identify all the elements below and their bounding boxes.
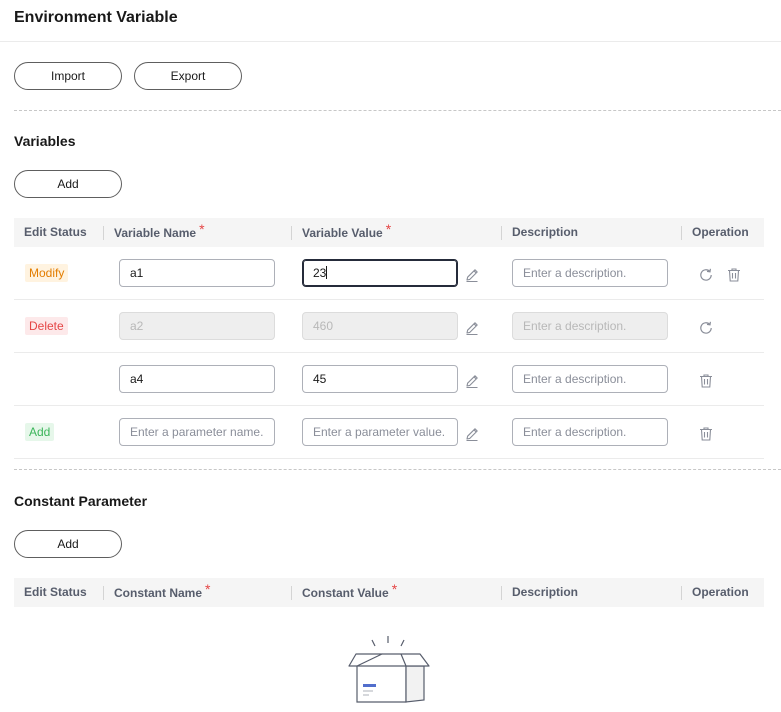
variables-section-title: Variables [14,133,76,149]
column-variable-name: Variable Name * [114,221,205,240]
description-input: Enter a description. [512,312,668,340]
section-divider [14,469,781,470]
text-caret [326,266,328,279]
table-row: Modify a1 23 Enter a description. [14,247,764,300]
column-separator [103,226,104,240]
edit-icon[interactable] [464,426,480,442]
page-title: Environment Variable [14,9,178,26]
description-input[interactable]: Enter a description. [512,259,668,287]
export-button[interactable]: Export [134,62,242,90]
column-separator [501,226,502,240]
constants-section-title: Constant Parameter [14,493,148,509]
status-badge-add: Add [25,423,55,441]
column-separator [291,226,292,240]
column-variable-value: Variable Value * [302,221,392,240]
constants-table-header: Edit Status Constant Name * Constant Valu… [14,578,764,607]
title-divider [0,41,781,42]
column-separator [681,586,682,600]
variable-name-input: a2 [119,312,275,340]
variable-value-input: 460 [302,312,458,340]
variables-table-header: Edit Status Variable Name * Variable Valu… [14,218,764,247]
description-input[interactable]: Enter a description. [512,365,668,393]
status-badge-delete: Delete [25,317,68,335]
trash-icon[interactable] [698,373,714,389]
add-constant-button[interactable]: Add [14,530,122,558]
column-edit-status: Edit Status [24,585,87,599]
variable-name-input[interactable]: Enter a parameter name. [119,418,275,446]
trash-icon[interactable] [726,267,742,283]
column-separator [291,586,292,600]
column-description: Description [512,225,579,239]
column-description: Description [512,585,579,599]
column-separator [103,586,104,600]
variable-value-input[interactable]: 45 [302,365,458,393]
status-badge-modify: Modify [25,264,69,282]
edit-icon[interactable] [464,373,480,389]
reset-icon[interactable] [698,320,714,336]
table-row: Delete a2 460 Enter a description. [14,300,764,353]
table-row: Add Enter a parameter name. Enter a para… [14,406,764,459]
add-variable-button[interactable]: Add [14,170,122,198]
edit-icon[interactable] [464,267,480,283]
import-button[interactable]: Import [14,62,122,90]
variable-value-input[interactable]: 23 [302,259,458,287]
column-edit-status: Edit Status [24,225,87,239]
column-separator [501,586,502,600]
description-input[interactable]: Enter a description. [512,418,668,446]
empty-box-icon [346,632,432,711]
variable-name-input[interactable]: a4 [119,365,275,393]
reset-icon[interactable] [698,267,714,283]
edit-icon[interactable] [464,320,480,336]
section-divider [14,110,781,111]
column-operation: Operation [692,225,749,239]
table-row: a4 45 Enter a description. [14,353,764,406]
column-operation: Operation [692,585,749,599]
column-constant-value: Constant Value * [302,581,398,600]
variable-value-input[interactable]: Enter a parameter value. [302,418,458,446]
trash-icon[interactable] [698,426,714,442]
variable-name-input[interactable]: a1 [119,259,275,287]
column-constant-name: Constant Name * [114,581,211,600]
column-separator [681,226,682,240]
